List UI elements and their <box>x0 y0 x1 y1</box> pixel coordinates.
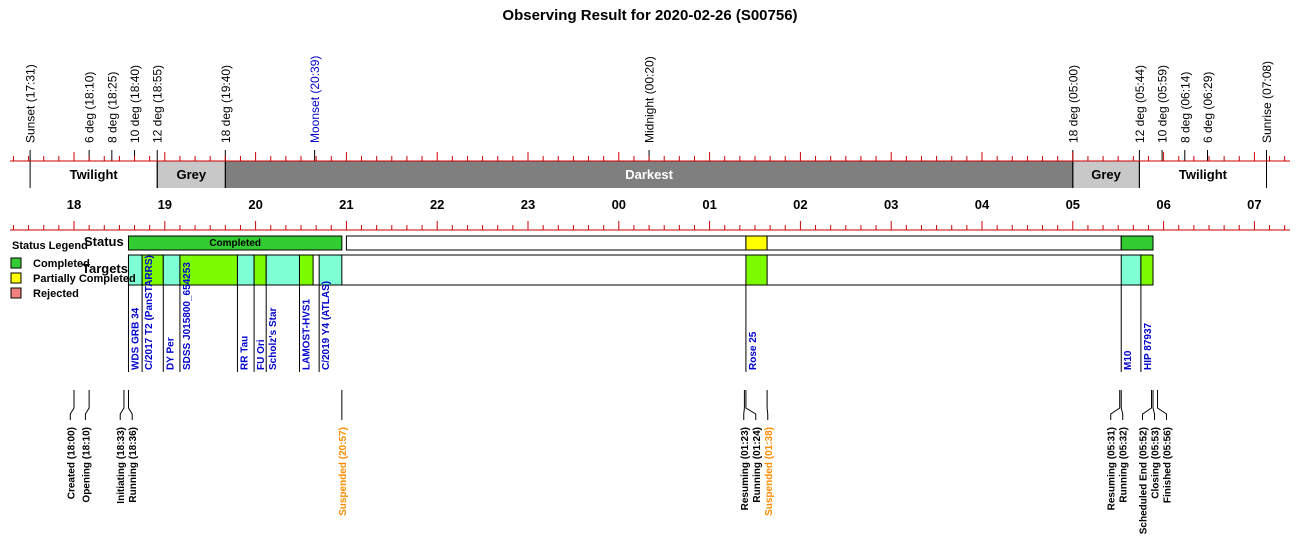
status-segment-label: Completed <box>209 238 261 249</box>
log-event-leader <box>127 390 133 420</box>
target-name-label: RR Tau <box>239 336 250 370</box>
sky-event-label: 18 deg (05:00) <box>1066 65 1080 143</box>
hour-tick-label: 23 <box>521 197 535 212</box>
hour-tick-label: 04 <box>975 197 990 212</box>
target-name-label: LAMOST-HVS1 <box>301 298 312 370</box>
log-event-label: Running (05:32) <box>1119 427 1130 503</box>
legend-item-label: Rejected <box>33 288 79 300</box>
sky-band-label: Twilight <box>1179 167 1228 182</box>
log-event-leader <box>1110 390 1121 420</box>
chart-title: Observing Result for 2020-02-26 (S00756) <box>502 7 797 24</box>
hour-tick-label: 20 <box>248 197 262 212</box>
target-name-label: SDSS J015800_654253 <box>182 262 193 370</box>
targets-row-group: TargetsWDS GRB 34 C/2017 T2 (PanSTARRS) DY… <box>82 254 1154 372</box>
target-name-label: Rose 25 <box>748 331 759 370</box>
log-event-label: Running (18:36) <box>128 427 139 503</box>
sky-event-label: 6 deg (18:10) <box>83 72 97 143</box>
sky-event-label: 12 deg (18:55) <box>151 65 165 143</box>
log-event-leader <box>1157 390 1168 420</box>
observing-timeline-chart: Observing Result for 2020-02-26 (S00756)… <box>10 7 1290 534</box>
target-segment <box>162 254 181 286</box>
log-event-leader <box>766 390 769 420</box>
sky-band-label: Grey <box>1091 167 1121 182</box>
target-name-label: C/2019 Y4 (ATLAS) <box>321 281 332 370</box>
hour-tick-label: 18 <box>67 197 81 212</box>
hour-tick-label: 19 <box>158 197 172 212</box>
sky-event-label: 8 deg (18:25) <box>105 72 119 143</box>
target-name-label: DY Per <box>165 337 176 370</box>
sky-event-label: Sunset (17:31) <box>24 64 38 143</box>
target-segment <box>1120 254 1142 286</box>
log-event-label: Scheduled End (05:52) <box>1139 427 1150 534</box>
sky-event-label: Sunrise (07:08) <box>1260 61 1274 143</box>
hour-tick-label: 07 <box>1247 197 1261 212</box>
hour-tick-label: 03 <box>884 197 898 212</box>
sky-band-label: Twilight <box>70 167 119 182</box>
legend-item-label: Completed <box>33 258 90 270</box>
legend-swatch <box>10 257 22 269</box>
legend-title: Status Legend <box>12 240 88 252</box>
target-name-label: C/2017 T2 (PanSTARRS) <box>144 255 155 370</box>
status-segment <box>1120 235 1154 251</box>
legend-item-label: Partially Completed <box>33 273 136 285</box>
sky-event-label: 6 deg (06:29) <box>1201 72 1215 143</box>
sky-event-label: Midnight (00:20) <box>643 56 657 143</box>
target-segment <box>253 254 267 286</box>
log-event-leader <box>119 390 125 420</box>
hour-tick-label: 01 <box>702 197 716 212</box>
sky-bands-group: Twilight Grey Darkest Grey Twilight <box>29 161 1268 188</box>
log-event-leader <box>743 390 745 420</box>
target-segment <box>236 254 255 286</box>
target-segment <box>1140 254 1154 286</box>
log-event-label: Suspended (20:57) <box>338 427 349 516</box>
log-event-leader <box>69 390 75 420</box>
status-row-group: Status Completed <box>84 234 1154 251</box>
log-event-label: Finished (05:56) <box>1163 427 1174 503</box>
log-event-label: Suspended (01:38) <box>764 427 775 516</box>
sky-event-label: Moonset (20:39) <box>308 56 322 143</box>
status-row-label: Status <box>84 234 124 249</box>
target-name-label: Scholz's Star <box>268 307 279 370</box>
log-event-label: Closing (05:53) <box>1151 427 1162 499</box>
log-event-label: Running (01:24) <box>752 427 763 503</box>
log-event-label: Initiating (18:33) <box>116 427 127 504</box>
log-event-label: Created (18:00) <box>66 427 77 499</box>
legend-swatch <box>10 287 22 299</box>
log-event-leader <box>1142 390 1152 420</box>
target-segment <box>318 254 343 286</box>
sky-event-label: 18 deg (19:40) <box>219 65 233 143</box>
target-segment <box>745 254 768 286</box>
target-name-label: FU Ori <box>256 339 267 370</box>
status-segment <box>745 235 768 251</box>
hour-tick-label: 06 <box>1156 197 1170 212</box>
target-name-label: WDS GRB 34 <box>130 307 141 370</box>
log-event-label: Resuming (01:23) <box>740 427 751 510</box>
target-name-label: M10 <box>1123 350 1134 370</box>
sky-event-label: 12 deg (05:44) <box>1133 65 1147 143</box>
hour-tick-label: 00 <box>612 197 626 212</box>
log-event-leader <box>1120 390 1124 420</box>
log-event-leader <box>84 390 90 420</box>
hour-tick-label: 05 <box>1066 197 1080 212</box>
hour-tick-label: 02 <box>793 197 807 212</box>
log-events-group: Created (18:00) Opening (18:10) Initiating… <box>66 390 1174 534</box>
sky-event-label: 10 deg (05:59) <box>1156 65 1170 143</box>
sky-event-label: 10 deg (18:40) <box>128 65 142 143</box>
sky-band-label: Grey <box>176 167 206 182</box>
hour-tick-label: 22 <box>430 197 444 212</box>
status-segment <box>345 235 747 251</box>
log-event-label: Opening (18:10) <box>81 427 92 503</box>
log-event-label: Resuming (05:31) <box>1107 427 1118 510</box>
log-event-leader <box>745 390 757 420</box>
status-segment <box>766 235 1122 251</box>
log-event-leader <box>1152 390 1156 420</box>
sky-band-label: Darkest <box>625 167 673 182</box>
target-name-label: HIP 87937 <box>1143 322 1154 370</box>
target-segment <box>298 254 314 286</box>
sky-events-group: Sunset (17:31) 6 deg (18:10) 8 deg (18:25)… <box>24 56 1274 161</box>
legend-swatch <box>10 272 22 284</box>
hour-tick-label: 21 <box>339 197 353 212</box>
target-segment <box>265 254 300 286</box>
sky-event-label: 8 deg (06:14) <box>1178 72 1192 143</box>
